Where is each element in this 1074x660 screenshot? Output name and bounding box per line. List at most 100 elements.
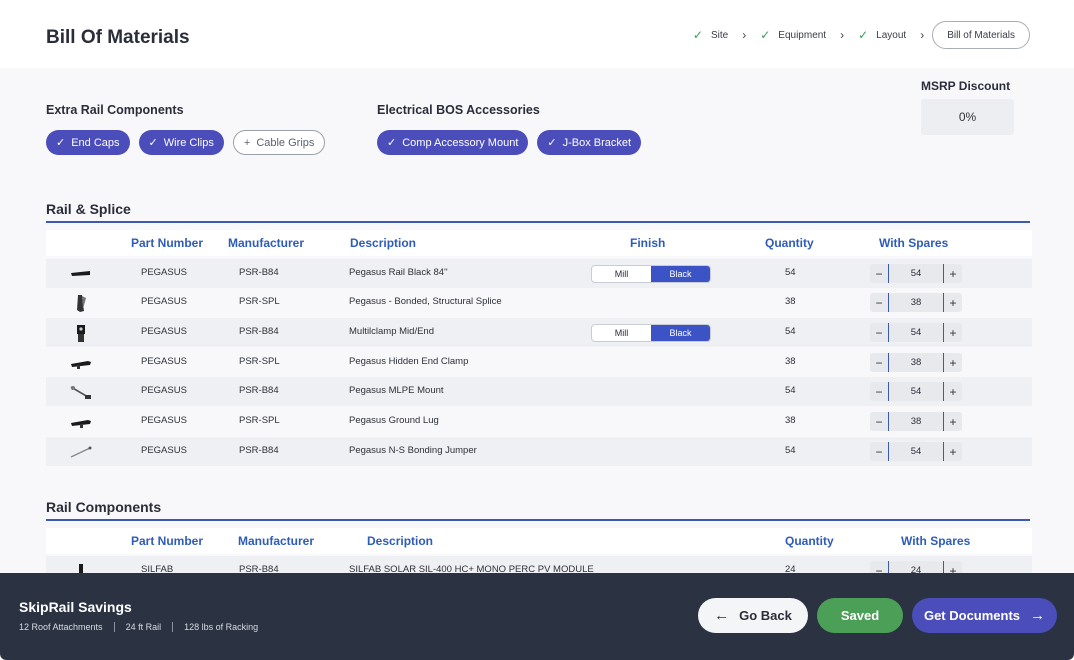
- finish-toggle: Mill Black: [591, 265, 711, 283]
- minus-icon[interactable]: −: [870, 385, 888, 399]
- step-bill-of-materials[interactable]: Bill of Materials: [932, 21, 1030, 49]
- check-icon: ✓: [760, 28, 771, 42]
- chip-label: Wire Clips: [163, 136, 214, 149]
- spares-stepper: − 54 +: [870, 382, 962, 401]
- cell-qty: 38: [785, 356, 796, 367]
- check-icon: ✓: [692, 28, 703, 42]
- cell-mfr: PSR-SPL: [239, 356, 280, 367]
- plus-icon[interactable]: +: [944, 385, 962, 399]
- finish-black-option[interactable]: Black: [651, 325, 710, 341]
- cell-desc: Pegasus MLPE Mount: [349, 385, 444, 396]
- col-with-spares: With Spares: [879, 236, 949, 250]
- electrical-bos-label: Electrical BOS Accessories: [377, 103, 540, 117]
- col-quantity: Quantity: [785, 534, 834, 548]
- saved-button[interactable]: Saved: [817, 598, 903, 633]
- cell-mfr: PSR-B84: [239, 267, 279, 278]
- chip-wire-clips[interactable]: ✓ Wire Clips: [138, 130, 224, 155]
- spares-value[interactable]: 38: [888, 412, 944, 431]
- arrow-left-icon: ←: [714, 607, 730, 624]
- col-description: Description: [367, 534, 434, 548]
- cell-part: PEGASUS: [141, 415, 187, 426]
- spares-value[interactable]: 54: [888, 442, 944, 461]
- rail-components-divider: [46, 519, 1030, 521]
- cell-mfr: PSR-B84: [239, 445, 279, 456]
- chip-comp-accessory-mount[interactable]: ✓ Comp Accessory Mount: [377, 130, 529, 155]
- header: Bill Of Materials ✓ Site › ✓ Equipment ›…: [0, 0, 1074, 68]
- plus-icon[interactable]: +: [944, 356, 962, 370]
- spares-stepper: − 38 +: [870, 412, 962, 431]
- go-back-label: Go Back: [739, 608, 792, 623]
- plus-icon[interactable]: +: [944, 326, 962, 340]
- plus-icon[interactable]: +: [944, 296, 962, 310]
- rail-part-icon: [71, 271, 90, 276]
- ground-lug-part-icon: [71, 420, 91, 428]
- cell-part: PEGASUS: [141, 385, 187, 396]
- plus-icon[interactable]: +: [944, 415, 962, 429]
- check-icon: ✓: [148, 137, 158, 149]
- plus-icon: +: [243, 136, 251, 149]
- cell-part: PEGASUS: [141, 445, 187, 456]
- clamp-part-icon: [77, 325, 85, 342]
- chip-label: Comp Accessory Mount: [402, 136, 519, 149]
- finish-mill-option[interactable]: Mill: [592, 325, 651, 341]
- cell-desc: Pegasus Hidden End Clamp: [349, 356, 469, 367]
- minus-icon[interactable]: −: [870, 326, 888, 340]
- splice-part-icon: [77, 295, 86, 312]
- plus-icon[interactable]: +: [944, 445, 962, 459]
- minus-icon[interactable]: −: [870, 445, 888, 459]
- footer-bar: SkipRail Savings 12 Roof Attachments 24 …: [0, 573, 1074, 660]
- cell-desc: Pegasus - Bonded, Structural Splice: [349, 296, 502, 307]
- spares-value[interactable]: 54: [888, 264, 944, 283]
- chevron-right-icon: ›: [920, 28, 925, 42]
- cell-qty: 38: [785, 415, 796, 426]
- minus-icon[interactable]: −: [870, 356, 888, 370]
- cell-mfr: PSR-B84: [239, 326, 279, 337]
- step-equipment[interactable]: ✓ Equipment ›: [760, 28, 844, 42]
- finish-black-option[interactable]: Black: [651, 266, 710, 282]
- table-row: PEGASUS PSR-SPL Pegasus Hidden End Clamp…: [46, 348, 1032, 377]
- spares-value[interactable]: 38: [888, 353, 944, 372]
- cell-mfr: PSR-B84: [239, 385, 279, 396]
- table-row: PEGASUS PSR-SPL Pegasus - Bonded, Struct…: [46, 288, 1032, 317]
- spares-value[interactable]: 54: [888, 382, 944, 401]
- chip-label: Cable Grips: [256, 136, 315, 149]
- spares-value[interactable]: 38: [888, 293, 944, 312]
- rail-components-title: Rail Components: [46, 499, 162, 515]
- go-back-button[interactable]: ← Go Back: [698, 598, 808, 633]
- get-documents-label: Get Documents: [923, 608, 1021, 623]
- step-site[interactable]: ✓ Site ›: [693, 28, 746, 42]
- saved-label: Saved: [840, 608, 880, 623]
- minus-icon[interactable]: −: [870, 267, 888, 281]
- cell-part: PEGASUS: [141, 326, 187, 337]
- chip-label: End Caps: [71, 136, 120, 149]
- cell-qty: 38: [785, 296, 796, 307]
- spares-stepper: − 38 +: [870, 353, 962, 372]
- step-label: Site: [710, 29, 729, 41]
- step-breadcrumb: ✓ Site › ✓ Equipment › ✓ Layout › Bill o…: [679, 21, 1030, 49]
- chip-end-caps[interactable]: ✓ End Caps: [46, 130, 130, 155]
- chevron-right-icon: ›: [742, 28, 747, 42]
- check-icon: ✓: [547, 137, 557, 149]
- electrical-bos-chips: ✓ Comp Accessory Mount ✓ J-Box Bracket: [377, 130, 650, 155]
- spares-stepper: − 38 +: [870, 293, 962, 312]
- chip-cable-grips[interactable]: + Cable Grips: [232, 130, 326, 155]
- chip-j-box-bracket[interactable]: ✓ J-Box Bracket: [537, 130, 642, 155]
- spares-value[interactable]: 54: [888, 323, 944, 342]
- mlpe-mount-part-icon: [70, 386, 91, 399]
- plus-icon[interactable]: +: [944, 267, 962, 281]
- chevron-right-icon: ›: [840, 28, 845, 42]
- minus-icon[interactable]: −: [870, 296, 888, 310]
- arrow-right-icon: →: [1030, 607, 1046, 624]
- rail-components-header: Part Number Manufacturer Description Qua…: [46, 528, 1032, 554]
- msrp-discount-input[interactable]: 0%: [921, 99, 1014, 135]
- col-manufacturer: Manufacturer: [228, 236, 305, 250]
- minus-icon[interactable]: −: [870, 415, 888, 429]
- get-documents-button[interactable]: Get Documents →: [912, 598, 1057, 633]
- cell-qty: 54: [785, 445, 796, 456]
- table-row: PEGASUS PSR-SPL Pegasus Ground Lug 38 − …: [46, 407, 1032, 436]
- cell-qty: 54: [785, 326, 796, 337]
- col-with-spares: With Spares: [901, 534, 971, 548]
- finish-mill-option[interactable]: Mill: [592, 266, 651, 282]
- step-label: Equipment: [778, 29, 827, 41]
- step-layout[interactable]: ✓ Layout ›: [858, 28, 924, 42]
